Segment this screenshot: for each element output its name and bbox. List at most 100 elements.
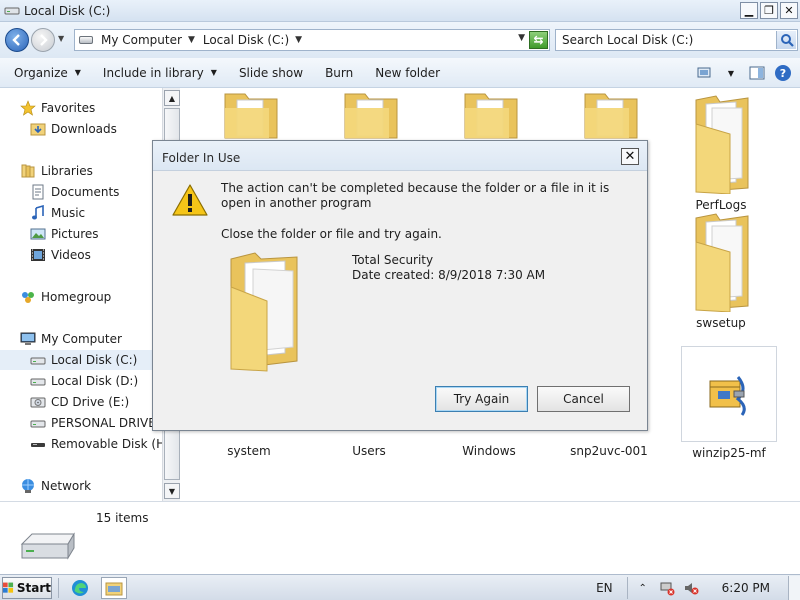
nav-label: Removable Disk (H:) bbox=[51, 437, 174, 451]
nav-label: Local Disk (D:) bbox=[51, 374, 139, 388]
address-history-dropdown[interactable]: ▼ bbox=[518, 33, 525, 43]
drive-icon bbox=[20, 532, 75, 560]
dialog-title: Folder In Use bbox=[162, 151, 241, 165]
window-titlebar: Local Disk (C:) ▁ ❐ ✕ bbox=[0, 0, 800, 22]
breadcrumb-my-computer[interactable]: My Computer ▼ bbox=[101, 33, 195, 47]
try-again-button[interactable]: Try Again bbox=[435, 386, 528, 412]
nav-local-disk-c[interactable]: Local Disk (C:) bbox=[0, 350, 160, 370]
breadcrumb-local-disk[interactable]: Local Disk (C:) ▼ bbox=[203, 33, 302, 47]
clock[interactable]: 6:20 PM bbox=[722, 581, 770, 595]
computer-icon bbox=[20, 331, 36, 347]
arrow-right-icon bbox=[40, 34, 48, 46]
organize-menu[interactable]: Organize ▼ bbox=[14, 66, 81, 80]
window-close-button[interactable]: ✕ bbox=[780, 2, 798, 19]
view-icon bbox=[697, 67, 711, 78]
tray-separator bbox=[626, 577, 628, 599]
chevron-down-icon[interactable]: ▼ bbox=[295, 35, 302, 45]
file-label: swsetup bbox=[696, 316, 746, 330]
nav-label: Videos bbox=[51, 248, 91, 262]
dialog-titlebar: Folder In Use ✕ bbox=[153, 141, 647, 171]
folder-icon bbox=[230, 252, 298, 372]
folder-tile[interactable] bbox=[559, 90, 663, 140]
nav-downloads[interactable]: Downloads bbox=[30, 119, 179, 139]
arrow-left-icon bbox=[12, 34, 20, 46]
network-status-icon[interactable] bbox=[658, 579, 676, 597]
chevron-up-icon: ⌃ bbox=[638, 582, 647, 594]
nav-label: Favorites bbox=[41, 101, 96, 115]
drive-icon bbox=[4, 7, 20, 14]
nav-removable-disk[interactable]: Removable Disk (H:) bbox=[30, 434, 174, 454]
documents-icon bbox=[30, 184, 46, 200]
help-button[interactable]: ? bbox=[774, 64, 792, 82]
folder-icon bbox=[584, 93, 638, 139]
nav-label: PERSONAL DRIVE ( bbox=[51, 416, 160, 430]
folder-tile[interactable] bbox=[199, 90, 303, 140]
refresh-button[interactable]: ⇆ bbox=[529, 31, 548, 49]
windows-logo-icon bbox=[3, 582, 14, 593]
preview-pane-button[interactable] bbox=[748, 64, 766, 82]
view-options-dropdown[interactable]: ▼ bbox=[722, 64, 740, 82]
start-label: Start bbox=[16, 580, 51, 595]
network-icon bbox=[20, 478, 36, 494]
dialog-close-button[interactable]: ✕ bbox=[621, 148, 639, 165]
folder-in-use-dialog: Folder In Use ✕ The action can't be comp… bbox=[152, 140, 648, 431]
change-view-button[interactable] bbox=[696, 64, 714, 82]
taskbar: Start EN ⌃ 6:20 PM bbox=[0, 574, 800, 600]
chevron-down-icon: ▼ bbox=[74, 68, 81, 77]
item-name: Total Security bbox=[352, 253, 434, 267]
breadcrumb-label: Local Disk (C:) bbox=[202, 33, 290, 47]
file-label: Windows bbox=[462, 444, 516, 458]
folder-tile[interactable] bbox=[319, 90, 423, 140]
maximize-button[interactable]: ❐ bbox=[760, 2, 778, 19]
language-indicator[interactable]: EN bbox=[596, 581, 613, 595]
preview-pane-icon bbox=[749, 66, 765, 80]
folder-swsetup[interactable]: swsetup bbox=[669, 212, 773, 330]
include-in-library-menu[interactable]: Include in library ▼ bbox=[103, 66, 217, 80]
nav-label: Homegroup bbox=[41, 290, 112, 304]
file-label: PerfLogs bbox=[695, 198, 747, 212]
folder-tile[interactable] bbox=[439, 90, 543, 140]
recent-pages-dropdown[interactable]: ▼ bbox=[58, 34, 68, 44]
show-desktop-button[interactable] bbox=[788, 576, 800, 600]
include-in-library-label: Include in library bbox=[102, 65, 204, 80]
nav-favorites[interactable]: Favorites bbox=[20, 98, 179, 118]
minimize-button[interactable]: ▁ bbox=[740, 2, 758, 19]
window-controls: ▁ ❐ ✕ bbox=[740, 2, 798, 19]
item-date-created: Date created: 8/9/2018 7:30 AM bbox=[352, 268, 546, 282]
new-folder-button[interactable]: New folder bbox=[375, 66, 440, 80]
help-icon: ? bbox=[775, 65, 791, 81]
cancel-button[interactable]: Cancel bbox=[537, 386, 630, 412]
chevron-down-icon[interactable]: ▼ bbox=[188, 35, 195, 45]
search-input[interactable] bbox=[562, 33, 772, 47]
taskbar-edge[interactable] bbox=[67, 577, 93, 599]
taskbar-file-explorer[interactable] bbox=[101, 576, 127, 599]
nav-personal-drive[interactable]: PERSONAL DRIVE ( bbox=[30, 413, 160, 433]
warning-icon bbox=[172, 184, 208, 216]
forward-button[interactable] bbox=[31, 28, 55, 52]
taskbar-separator bbox=[58, 577, 59, 598]
removable-disk-icon bbox=[30, 436, 46, 452]
file-winzip[interactable]: winzip25-mf bbox=[677, 346, 781, 460]
back-button[interactable] bbox=[5, 28, 29, 52]
pictures-icon bbox=[30, 226, 46, 242]
scroll-down-button[interactable]: ▼ bbox=[164, 483, 180, 499]
folder-perflogs[interactable]: PerfLogs bbox=[669, 94, 773, 212]
address-field[interactable]: My Computer ▼ Local Disk (C:) ▼ ▼ ⇆ bbox=[74, 29, 550, 51]
file-thumbnail bbox=[681, 346, 777, 442]
dialog-instruction: Close the folder or file and try again. bbox=[221, 227, 442, 241]
folder-icon bbox=[224, 93, 278, 139]
show-hidden-icons-button[interactable]: ⌃ bbox=[634, 579, 652, 597]
start-button[interactable]: Start bbox=[2, 576, 52, 599]
file-label: snp2uvc-001 bbox=[570, 444, 648, 458]
search-button[interactable] bbox=[776, 31, 796, 49]
volume-muted-icon[interactable] bbox=[682, 579, 700, 597]
file-label: system bbox=[227, 444, 271, 458]
nav-network[interactable]: Network bbox=[20, 476, 179, 496]
file-explorer-icon bbox=[105, 582, 123, 595]
burn-button[interactable]: Burn bbox=[325, 66, 353, 80]
slide-show-button[interactable]: Slide show bbox=[239, 66, 303, 80]
scroll-up-button[interactable]: ▲ bbox=[164, 90, 180, 106]
window-title: Local Disk (C:) bbox=[24, 3, 111, 18]
music-icon bbox=[30, 205, 46, 221]
homegroup-icon bbox=[20, 289, 36, 305]
